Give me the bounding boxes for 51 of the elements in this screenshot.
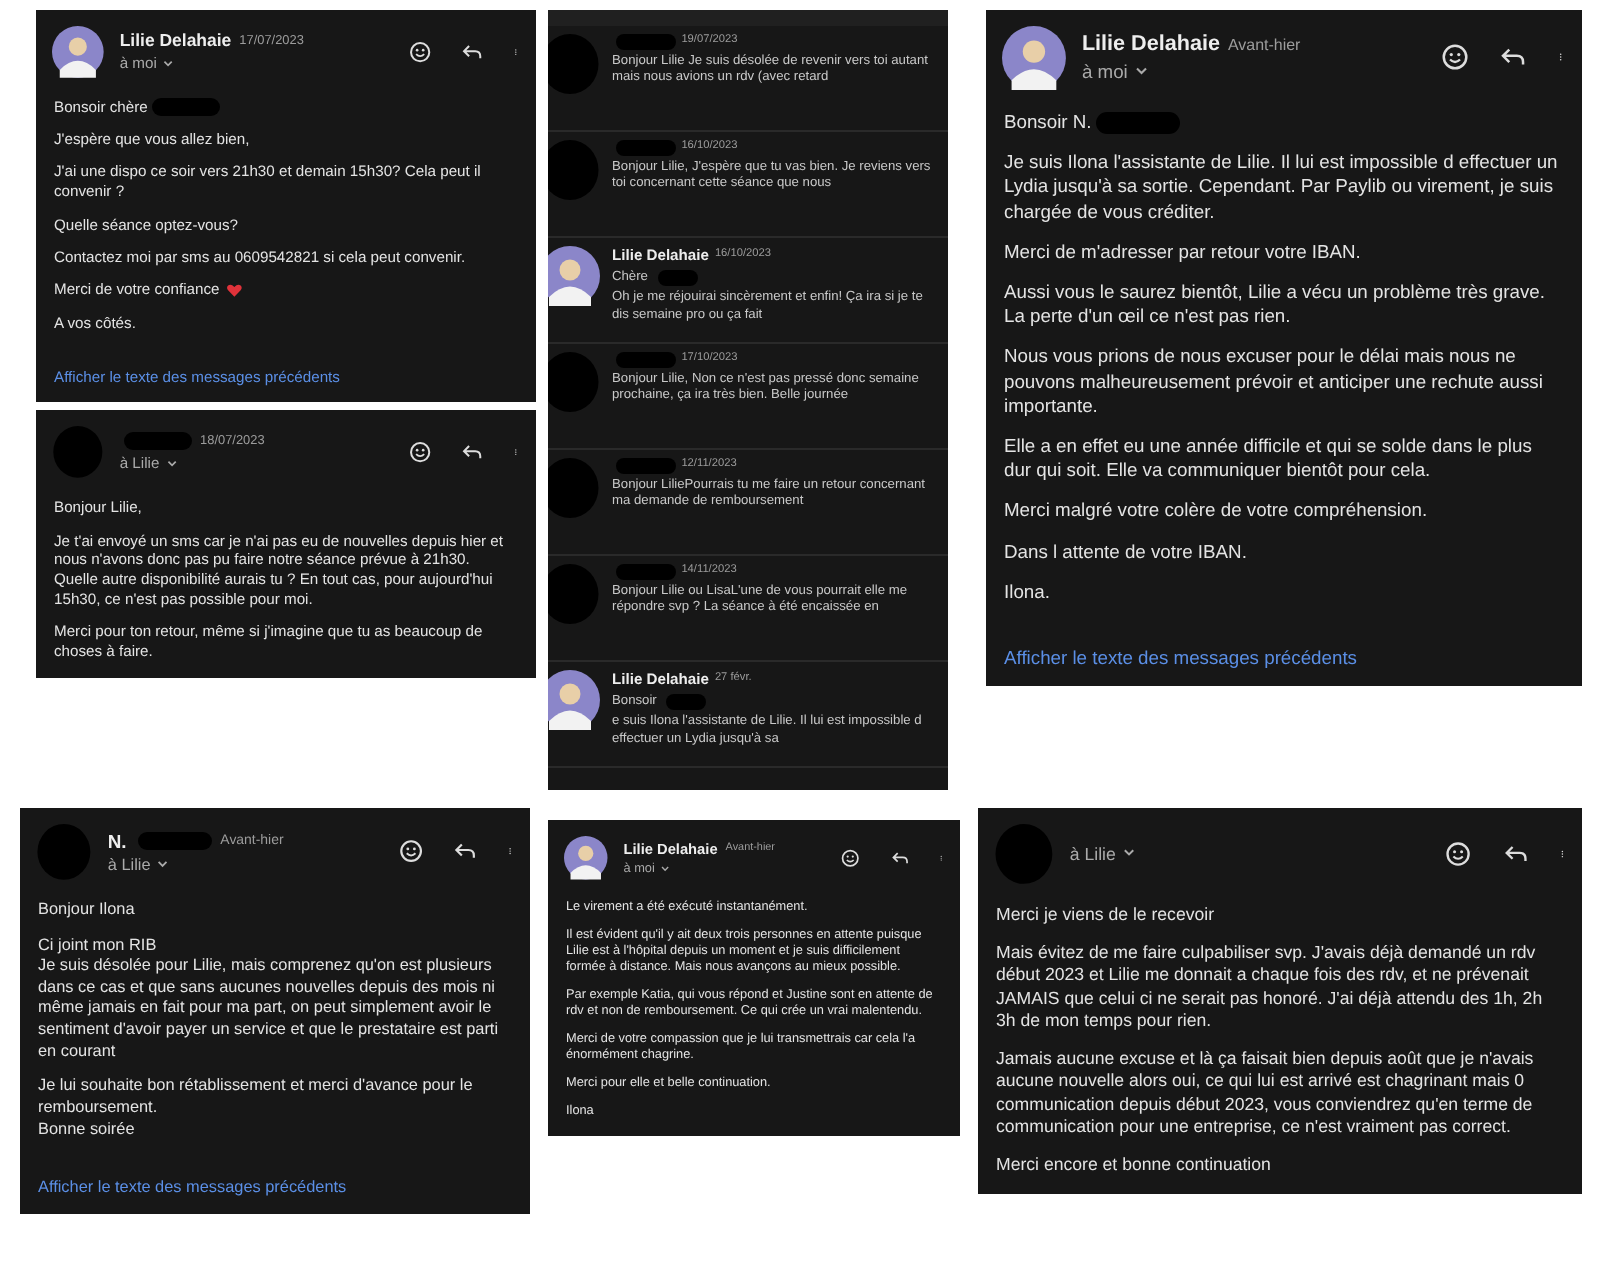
message-text: Aussi vous le saurez bientôt, Lilie a vécu un problème très grave. La perte d'un œil ce n'est pas rien. — [1004, 280, 1545, 327]
message-text: Ci joint mon RIB — [38, 935, 157, 953]
message-text: Merci encore et bonne continuation — [996, 1154, 1271, 1175]
redacted-avatar — [548, 564, 600, 624]
emoji-icon[interactable] — [407, 39, 433, 64]
emoji-icon[interactable] — [1444, 839, 1474, 868]
chevron-icon[interactable] — [165, 457, 178, 470]
show-previous-link[interactable]: Afficher le texte des messages précédents — [38, 1177, 512, 1199]
message-text: Je lui souhaite bon rétablissement et merci d'avance pour le remboursement. — [38, 1076, 473, 1117]
message-text: Merci je viens de le recevoir — [996, 903, 1215, 924]
message-text: Nous vous prions de nous excuser pour le délai mais nous ne pouvons malheureusement prévoir et anticiper une rechute aussi importante. — [1004, 344, 1543, 416]
avatar — [1002, 26, 1066, 90]
recipient: à Lilie — [1069, 843, 1116, 864]
message-text: Je suis désolée pour Lilie, mais comprenez qu'on est plusieurs dans ce cas et que sans aucunes nouvelles depuis des mois ni même jamais en fait pour ma part, on peut simplement avoir le sentiment d'avoir payer un service et que le prestataire est parti en courant — [38, 956, 499, 1060]
redacted-avatar — [548, 352, 600, 412]
redacted-avatar — [548, 140, 600, 200]
message-text: Bonjour Ilona — [38, 899, 135, 918]
message-text: Ilona. — [1004, 579, 1050, 602]
avatar — [548, 246, 600, 306]
sender-name: N. — [107, 829, 127, 852]
show-previous-link[interactable]: Afficher le texte des messages précédents — [1004, 646, 1564, 671]
message-text: Elle a en effet eu une année difficile et qui se solde dans le plus dur qui soit. Elle va communiquer bientôt pour cela. — [1004, 434, 1532, 481]
message-text: Merci de m'adresser par retour votre IBAN. — [1004, 239, 1361, 262]
reply-icon[interactable] — [889, 847, 910, 868]
heart-icon — [225, 282, 243, 299]
emoji-icon[interactable] — [840, 847, 862, 868]
message-text: Dans l attente de votre IBAN. — [1004, 539, 1247, 562]
message-text: Je suis Ilona l'assistante de Lilie. Il lui est impossible d effectuer un Lydia jusqu'à sa sortie. Cependant. Par Paylib ou virement, je suis chargée de vous créditer. — [1004, 150, 1558, 222]
chevron-icon[interactable] — [1121, 846, 1136, 861]
recipient: à Lilie — [107, 855, 151, 874]
chevron-icon[interactable] — [156, 858, 170, 872]
sender-name: Lilie Delahaie — [119, 30, 232, 51]
chevron-icon[interactable] — [162, 57, 175, 70]
message-text: Bonsoir N. — [1004, 109, 1092, 132]
message-text: Merci malgré votre colère de votre compréhension. — [1004, 498, 1428, 521]
message-text: Bonne soirée — [38, 1119, 135, 1138]
avatar — [564, 836, 608, 880]
emoji-icon[interactable] — [397, 838, 424, 865]
redacted-avatar — [548, 458, 600, 518]
sender-name: Lilie Delahaie — [1081, 32, 1220, 57]
message-text: Mais évitez de me faire culpabiliser svp. J'avais déjà demandé un rdv début 2023 et Lilie me donnait a chaque fois des rdv, et ne prévenait JAMAIS que celui ci ne serait pas honoré. J'ai déjà attendu des 1h, 2h 3h de mon temps pour rien. — [996, 941, 1543, 1031]
emoji-icon[interactable] — [1440, 42, 1471, 73]
chevron-icon[interactable] — [1133, 64, 1149, 80]
emoji-icon[interactable] — [407, 440, 433, 465]
reply-icon[interactable] — [460, 39, 485, 64]
avatar — [52, 26, 104, 78]
message-text: Jamais aucune excuse et là ça faisait bien depuis août que je n'avais aucune nouvelle alors oui, ce qui lui est arrivé est chagrinant mais 0 communication depuis début 2023, vous conviendrez qu'en terme de communication pour une entreprise, ce n'est vraiment pas correct. — [996, 1047, 1534, 1137]
chevron-icon[interactable] — [660, 863, 671, 874]
redacted-avatar — [548, 34, 600, 94]
avatar — [548, 670, 600, 730]
recipient: à moi — [1081, 60, 1128, 83]
